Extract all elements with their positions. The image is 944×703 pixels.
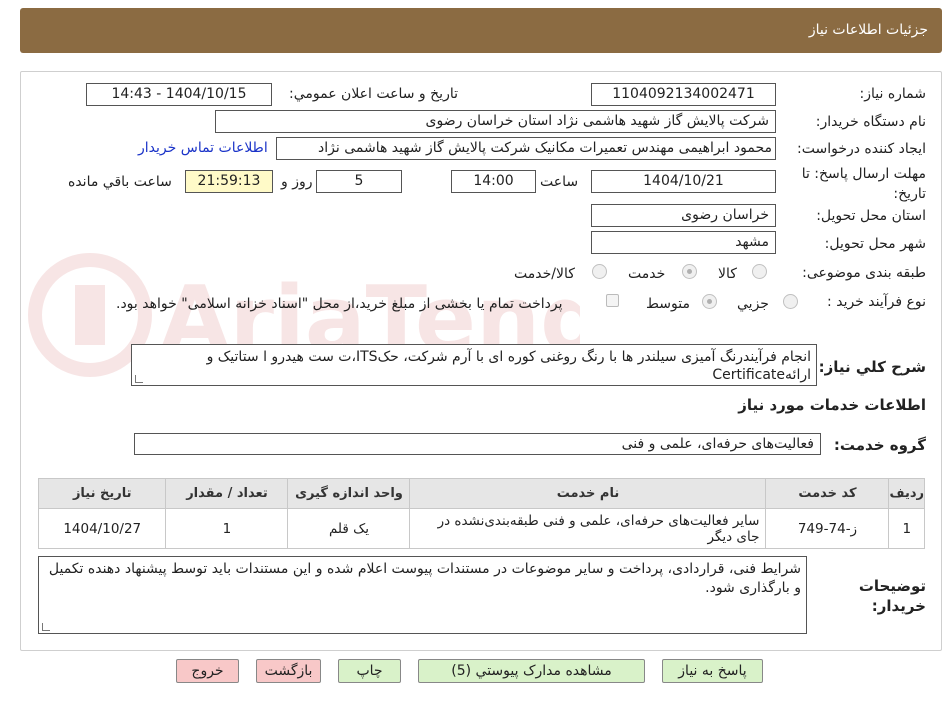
days-label: روز و	[281, 174, 313, 190]
buyer-notes-text: شرایط فنی، قراردادی، پرداخت و سایر موضوع…	[48, 561, 801, 596]
buyer-notes-label: توضیحات خریدار:	[858, 577, 926, 615]
need-number-label: شماره نیاز:	[859, 86, 927, 102]
page-title: جزئیات اطلاعات نیاز	[808, 22, 928, 38]
table-header-row: ردیف کد خدمت نام خدمت واحد اندازه گیری ت…	[37, 478, 925, 509]
col-row: ردیف	[888, 478, 925, 509]
description-label: شرح کلي نیاز:	[818, 358, 926, 376]
category-goods-radio[interactable]	[752, 264, 767, 279]
cell-code: ز-74-749	[765, 508, 890, 549]
buyer-org-field: شرکت پالایش گاز شهید هاشمی نژاد استان خر…	[215, 110, 776, 133]
city-label: شهر محل تحویل:	[824, 236, 926, 252]
exit-button[interactable]: خروج	[176, 659, 239, 683]
category-both-label: کالا/خدمت	[514, 266, 575, 282]
attachments-button[interactable]: مشاهده مدارک پیوستي (5)	[418, 659, 645, 683]
deadline-date-field: 1404/10/21	[591, 170, 776, 193]
treasury-note: پرداخت تمام یا بخشی از مبلغ خرید،از محل …	[116, 296, 563, 312]
process-minor-label: جزيي	[737, 296, 769, 312]
need-number-field: 1104092134002471	[591, 83, 776, 106]
category-both-radio[interactable]	[592, 264, 607, 279]
process-minor-radio[interactable]	[783, 294, 798, 309]
back-button[interactable]: بازگشت	[256, 659, 321, 683]
remaining-label: ساعت باقي مانده	[68, 174, 172, 190]
city-field: مشهد	[591, 231, 776, 254]
col-qty: تعداد / مقدار	[165, 478, 289, 509]
services-table: ردیف کد خدمت نام خدمت واحد اندازه گیری ت…	[37, 478, 925, 549]
service-group-field: فعالیت‌های حرفه‌ای، علمی و فنی	[134, 433, 821, 455]
col-name: نام خدمت	[409, 478, 767, 509]
days-field: 5	[316, 170, 402, 193]
process-medium-radio[interactable]	[702, 294, 717, 309]
description-textarea[interactable]: انجام فرآیندرنگ آمیزی سیلندر ها با رنگ ر…	[131, 344, 817, 386]
category-service-radio[interactable]	[682, 264, 697, 279]
resize-grip-icon[interactable]	[42, 623, 50, 631]
cell-date: 1404/10/27	[37, 508, 167, 549]
announce-date-label: تاریخ و ساعت اعلان عمومي:	[289, 86, 458, 102]
description-text: انجام فرآیندرنگ آمیزی سیلندر ها با رنگ ر…	[206, 349, 811, 383]
announce-date-field: 1404/10/15 - 14:43	[86, 83, 272, 106]
cell-qty: 1	[165, 508, 289, 549]
deadline-hour-label: ساعت	[540, 174, 579, 190]
service-group-label: گروه خدمت:	[833, 436, 926, 454]
cell-row: 1	[888, 508, 925, 549]
deadline-time-field: 14:00	[451, 170, 536, 193]
print-button[interactable]: چاپ	[338, 659, 401, 683]
cell-unit: یک قلم	[287, 508, 411, 549]
category-goods-label: کالا	[718, 266, 737, 282]
deadline-label: مهلت ارسال پاسخ: تا تاریخ:	[801, 166, 926, 202]
process-label: نوع فرآیند خرید :	[827, 294, 926, 310]
resize-grip-icon[interactable]	[135, 375, 143, 383]
buyer-notes-textarea[interactable]: شرایط فنی، قراردادی، پرداخت و سایر موضوع…	[38, 556, 807, 634]
category-label: طبقه بندی موضوعی:	[802, 265, 926, 281]
category-service-label: خدمت	[628, 266, 666, 282]
reply-button[interactable]: پاسخ به نیاز	[662, 659, 763, 683]
col-code: کد خدمت	[765, 478, 890, 509]
col-date: تاریخ نیاز	[37, 478, 167, 509]
col-unit: واحد اندازه گیری	[287, 478, 411, 509]
page-header: جزئیات اطلاعات نیاز	[20, 8, 942, 53]
province-field: خراسان رضوی	[591, 204, 776, 227]
remaining-time-field: 21:59:13	[185, 170, 273, 193]
buyer-contact-link[interactable]: اطلاعات تماس خریدار	[138, 140, 268, 156]
province-label: استان محل تحویل:	[816, 208, 926, 224]
services-section-title: اطلاعات خدمات مورد نیاز	[738, 396, 926, 414]
process-medium-label: متوسط	[646, 296, 690, 312]
table-row: 1 ز-74-749 سایر فعالیت‌های حرفه‌ای، علمی…	[37, 508, 925, 549]
cell-name: سایر فعالیت‌های حرفه‌ای، علمی و فنی طبقه…	[409, 508, 767, 549]
requester-field: محمود ابراهیمی مهندس تعمیرات مکانیک شرکت…	[276, 137, 776, 160]
treasury-checkbox[interactable]	[606, 294, 619, 307]
buyer-org-label: نام دستگاه خریدار:	[815, 114, 926, 130]
requester-label: ایجاد کننده درخواست:	[797, 141, 926, 157]
